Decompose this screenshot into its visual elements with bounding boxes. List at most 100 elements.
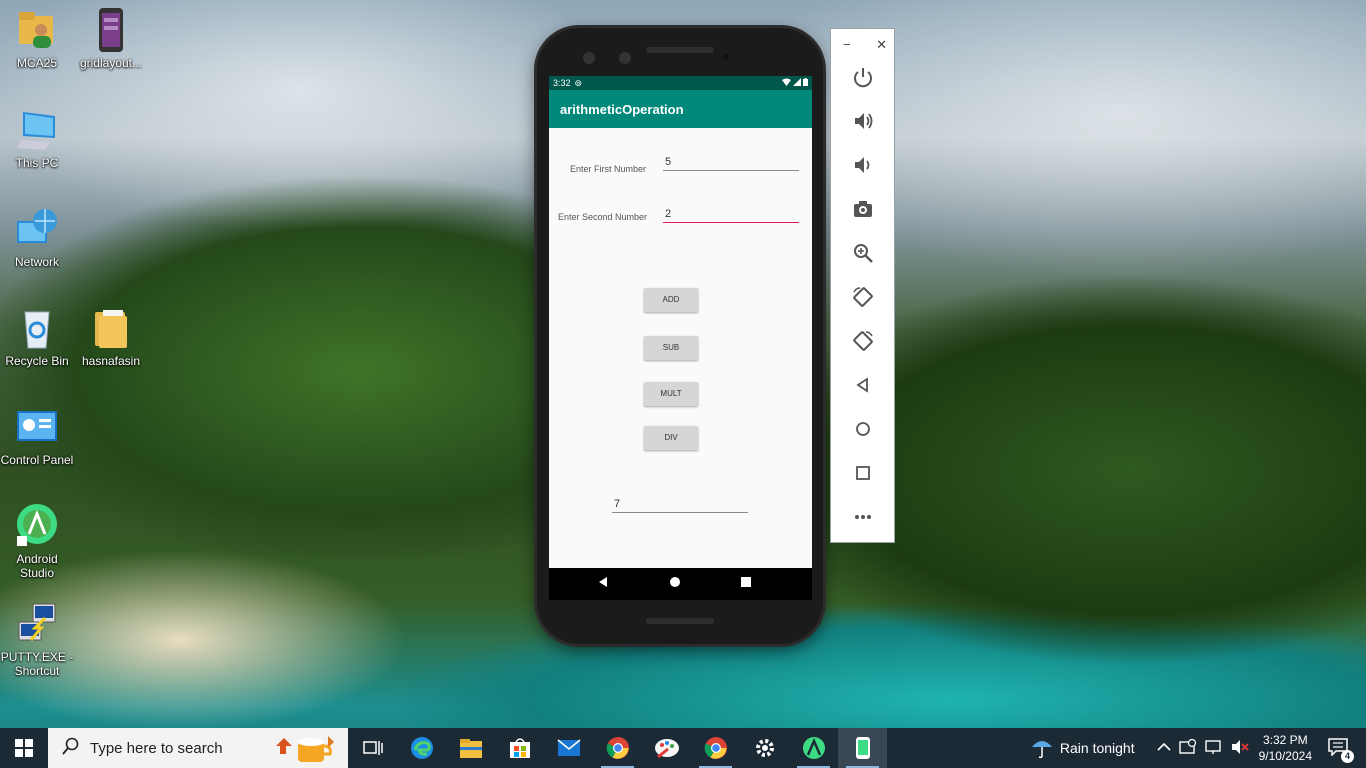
sub-button[interactable]: SUB: [644, 336, 698, 360]
taskbar-search-box[interactable]: Type here to search: [48, 728, 348, 768]
taskbar-android-studio[interactable]: [789, 728, 838, 768]
desktop-icon-label: This PC: [15, 156, 59, 170]
desktop-icon-network[interactable]: Network: [0, 207, 74, 269]
volume-down-icon[interactable]: [850, 152, 876, 178]
rotate-left-icon[interactable]: [850, 284, 876, 310]
search-icon: [62, 737, 80, 759]
desktop-icon-putty[interactable]: PUTTY.EXE - Shortcut: [0, 602, 74, 678]
second-number-input[interactable]: 2: [663, 208, 799, 223]
rain-umbrella-icon: [1031, 741, 1052, 759]
mult-button[interactable]: MULT: [644, 382, 698, 406]
toolbar-close-button[interactable]: ✕: [876, 37, 887, 53]
taskbar-mail[interactable]: [544, 728, 593, 768]
volume-up-icon[interactable]: [850, 108, 876, 134]
control-panel-icon: [15, 405, 59, 449]
taskbar-store[interactable]: [495, 728, 544, 768]
taskbar-emulator[interactable]: [838, 728, 887, 768]
chrome-icon: [606, 737, 629, 759]
zoom-icon[interactable]: [850, 240, 876, 266]
desktop-icon-label: Recycle Bin: [5, 354, 69, 368]
weather-text: Rain tonight: [1059, 740, 1135, 756]
desktop-icon-mca25[interactable]: MCA25: [0, 8, 74, 70]
first-number-label: Enter First Number: [570, 164, 647, 174]
volume-muted-icon[interactable]: [1231, 739, 1249, 758]
home-icon[interactable]: [850, 416, 876, 442]
android-nav-bar: [549, 568, 812, 600]
nav-overview-icon[interactable]: [740, 575, 752, 593]
power-icon[interactable]: [850, 64, 876, 90]
app-file-icon: [89, 8, 133, 52]
search-placeholder: Type here to search: [90, 739, 223, 757]
earpiece-speaker: [646, 47, 714, 53]
device-screen: 3:32 ⊚ arithmeticOperation Enter First N…: [549, 76, 812, 600]
emulator-icon: [855, 737, 870, 759]
task-view-icon: [362, 741, 383, 755]
notification-count-badge: 4: [1341, 749, 1354, 763]
back-icon[interactable]: [850, 372, 876, 398]
rotate-right-icon[interactable]: [850, 328, 876, 354]
desktop-icon-this-pc[interactable]: This PC: [0, 108, 74, 170]
front-camera-secondary: [619, 52, 631, 64]
camera-icon[interactable]: [850, 196, 876, 222]
taskbar-settings[interactable]: [740, 728, 789, 768]
more-icon[interactable]: [850, 504, 876, 530]
clock-time: 3:32 PM: [1262, 733, 1308, 747]
overview-icon[interactable]: [850, 460, 876, 486]
result-field[interactable]: 7: [612, 498, 748, 513]
network-icon: [15, 207, 59, 251]
clock-date: 9/10/2024: [1258, 749, 1312, 763]
first-number-input[interactable]: 5: [663, 156, 799, 171]
mail-icon: [557, 739, 580, 756]
add-button[interactable]: ADD: [644, 288, 698, 312]
android-studio-icon: [802, 737, 825, 759]
chrome-icon: [704, 737, 727, 759]
search-highlight-icon: [272, 732, 338, 768]
emulator-device-frame: 3:32 ⊚ arithmeticOperation Enter First N…: [537, 28, 823, 644]
taskbar-chrome[interactable]: [593, 728, 642, 768]
desktop-icon-label: MCA25: [16, 56, 57, 70]
desktop-icon-gridlayout[interactable]: gridlayout...: [74, 8, 148, 70]
chevron-up-icon[interactable]: [1157, 741, 1171, 755]
toolbar-minimize-button[interactable]: −: [843, 37, 851, 53]
start-button[interactable]: [0, 728, 48, 768]
nav-back-icon[interactable]: [597, 575, 609, 593]
taskbar-chrome-2[interactable]: [691, 728, 740, 768]
network-status-icon[interactable]: [1204, 739, 1223, 758]
app-title: arithmeticOperation: [549, 90, 812, 128]
edge-icon: [410, 737, 433, 759]
div-button[interactable]: DIV: [644, 426, 698, 450]
task-view-button[interactable]: [348, 728, 397, 768]
desktop-icon-label: Control Panel: [0, 453, 74, 467]
status-time: 3:32: [553, 78, 571, 88]
computer-icon: [15, 108, 59, 152]
windows-logo-icon: [15, 739, 33, 757]
desktop-icon-recycle-bin[interactable]: Recycle Bin: [0, 306, 74, 368]
folder-icon: [89, 306, 133, 350]
taskbar-edge[interactable]: [397, 728, 446, 768]
putty-icon: [15, 602, 59, 646]
desktop-icon-label: hasnafasin: [81, 354, 141, 368]
paint-icon: [654, 739, 679, 759]
taskbar-paint[interactable]: [642, 728, 691, 768]
settings-icon: [755, 739, 774, 757]
wifi-icon: [782, 78, 791, 88]
signal-icon: [793, 78, 801, 88]
defender-icon[interactable]: [1178, 738, 1197, 758]
android-studio-icon: [15, 504, 59, 548]
battery-icon: [803, 78, 808, 88]
desktop-icon-android-studio[interactable]: Android Studio: [0, 504, 74, 580]
app-content: Enter First Number 5 Enter Second Number…: [549, 128, 812, 568]
sync-icon: ⊚: [574, 77, 583, 88]
desktop-icon-hasnafasin[interactable]: hasnafasin: [74, 306, 148, 368]
taskbar: Type here to search Rain tonight 3:32 PM…: [0, 728, 1366, 768]
front-camera: [583, 52, 595, 64]
notification-center-icon[interactable]: 4: [1328, 737, 1354, 763]
user-folder-icon: [15, 8, 59, 52]
desktop-icon-control-panel[interactable]: Control Panel: [0, 405, 74, 467]
file-explorer-icon: [459, 739, 482, 758]
taskbar-clock[interactable]: 3:32 PM 9/10/2024: [1259, 732, 1312, 764]
taskbar-file-explorer[interactable]: [446, 728, 495, 768]
nav-home-icon[interactable]: [669, 575, 681, 593]
weather-widget[interactable]: Rain tonight: [1030, 737, 1135, 759]
store-icon: [509, 738, 530, 758]
